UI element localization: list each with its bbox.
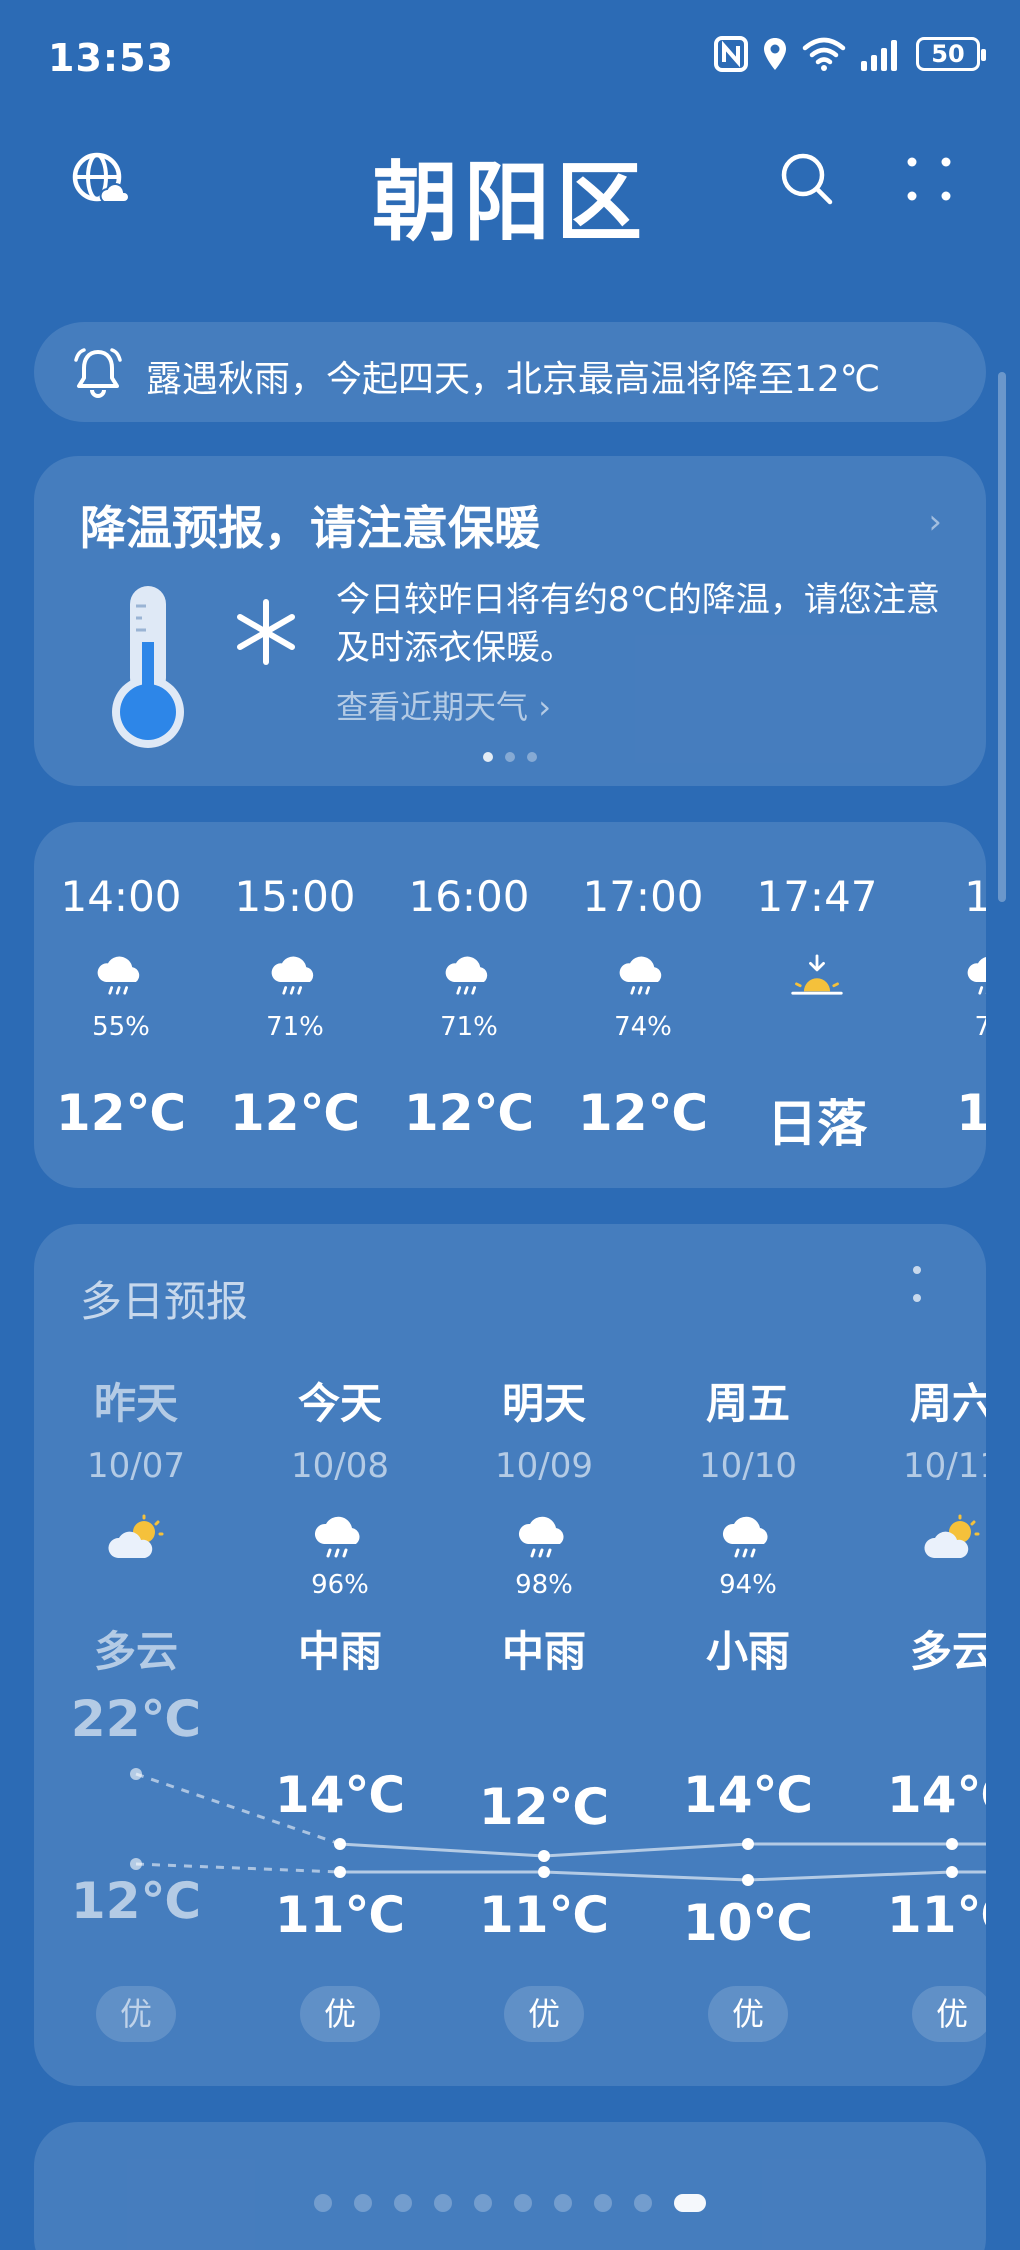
low-temp-label: 12℃: [70, 1872, 202, 1930]
temperature-chart: [130, 1768, 986, 1886]
page-dot[interactable]: [354, 2194, 372, 2212]
nfc-icon: [714, 36, 748, 72]
precip-chance: 70: [974, 1012, 986, 1042]
page-dot[interactable]: [554, 2194, 572, 2212]
high-temp-point: [742, 1838, 754, 1850]
precip-chance: 71%: [440, 1012, 498, 1042]
hour-time: 16:00: [408, 872, 530, 921]
rain-icon: [615, 954, 671, 1003]
city-title[interactable]: 朝阳区: [0, 132, 1020, 257]
hourly-item: 17:47 日落: [730, 822, 904, 1188]
hour-time: 15:00: [234, 872, 356, 921]
view-recent-weather-link[interactable]: 查看近期天气 ›: [336, 682, 551, 728]
page-dot[interactable]: [314, 2194, 332, 2212]
page-dot[interactable]: [634, 2194, 652, 2212]
hour-temp: 12℃: [577, 1084, 709, 1142]
hourly-item: 14:00 55% 12℃: [34, 822, 208, 1188]
daily-forecast-card[interactable]: 多日预报 昨天 10/07 多云 优 今天 10/08 96% 中雨 优 明天 …: [34, 1224, 986, 2086]
alert-banner[interactable]: 露遇秋雨，今起四天，北京最高温将降至12℃: [34, 322, 986, 422]
hour-time: 18: [964, 872, 986, 921]
rain-icon: [93, 954, 149, 1003]
next-section-card[interactable]: [34, 2122, 986, 2250]
hour-time: 17:00: [582, 872, 704, 921]
more-icon[interactable]: [900, 150, 958, 208]
hour-time: 17:47: [756, 872, 878, 921]
precip-chance: 74%: [614, 1012, 672, 1042]
high-temp-label: 12℃: [478, 1778, 610, 1836]
page-dot[interactable]: [594, 2194, 612, 2212]
carousel-dot: [505, 752, 515, 762]
bell-icon: [74, 348, 122, 398]
low-temp-line: [340, 1870, 986, 1882]
hourly-item: 16:00 71% 12℃: [382, 822, 556, 1188]
hour-temp: 12℃: [229, 1084, 361, 1142]
page-indicator: [0, 2194, 1020, 2212]
hourly-forecast-card[interactable]: 14:00 55% 12℃ 15:00 71% 12℃ 16:00 71% 12…: [34, 822, 986, 1188]
warning-description: 今日较昨日将有约8℃的降温，请您注意及时添衣保暖。: [336, 580, 940, 668]
sunset-icon: [789, 954, 845, 1003]
high-temp-label: 14℃: [274, 1766, 406, 1824]
precip-chance: 55%: [92, 1012, 150, 1042]
carousel-dots: [34, 752, 986, 762]
header: 朝阳区: [0, 120, 1020, 253]
search-icon[interactable]: [778, 150, 836, 208]
carousel-dot: [527, 752, 537, 762]
high-temp-point: [334, 1838, 346, 1850]
low-temp-point: [946, 1866, 958, 1878]
alert-text: 露遇秋雨，今起四天，北京最高温将降至12℃: [146, 359, 881, 400]
hour-time: 14:00: [60, 872, 182, 921]
status-time: 13:53: [48, 36, 174, 80]
thermometer-snow-icon: [112, 586, 295, 748]
status-bar: 13:53 50: [0, 0, 1020, 120]
page-dot[interactable]: [434, 2194, 452, 2212]
hour-temp: 12℃: [403, 1084, 535, 1142]
rain-icon: [267, 954, 323, 1003]
low-temp-label: 11℃: [886, 1886, 986, 1944]
carousel-dot: [483, 752, 493, 762]
signal-icon: [861, 40, 897, 71]
page-dot[interactable]: [514, 2194, 532, 2212]
high-temp-point: [946, 1838, 958, 1850]
high-temp-label: 14℃: [886, 1766, 986, 1824]
high-temp-point: [538, 1850, 550, 1862]
hourly-item: 15:00 71% 12℃: [208, 822, 382, 1188]
chevron-right-icon[interactable]: ›: [928, 502, 942, 542]
hour-temp: 12℃: [55, 1084, 187, 1142]
precip-chance: 71%: [266, 1012, 324, 1042]
rain-icon: [963, 954, 986, 1003]
hour-temp: 日落: [767, 1095, 867, 1153]
warning-title: 降温预报，请注意保暖: [80, 501, 540, 555]
low-temp-point: [538, 1866, 550, 1878]
high-temp-line: [339, 1842, 986, 1858]
low-temp-line-past: [135, 1862, 341, 1874]
status-icons: 50: [714, 36, 986, 72]
high-temp-label: 14℃: [682, 1766, 814, 1824]
high-temp-label: 22℃: [70, 1690, 202, 1748]
page-dot[interactable]: [474, 2194, 492, 2212]
high-temp-point: [130, 1768, 142, 1780]
hourly-item: 18 70 12: [904, 822, 986, 1188]
page-dot[interactable]: [674, 2194, 706, 2212]
wifi-icon: [802, 37, 846, 71]
battery-icon: 50: [916, 37, 986, 71]
low-temp-point: [742, 1874, 754, 1886]
link-label: 查看近期天气: [336, 688, 529, 726]
cooling-warning-card[interactable]: 降温预报，请注意保暖 › 今日较昨日将有约8℃的降温，请您注意及时添衣保暖。 查…: [34, 456, 986, 786]
scrollbar[interactable]: [998, 372, 1006, 902]
low-temp-label: 10℃: [682, 1894, 814, 1952]
low-temp-label: 11℃: [274, 1886, 406, 1944]
page-dot[interactable]: [394, 2194, 412, 2212]
rain-icon: [441, 954, 497, 1003]
low-temp-point: [130, 1858, 142, 1870]
low-temp-point: [334, 1866, 346, 1878]
location-icon: [764, 38, 786, 70]
low-temp-label: 11℃: [478, 1886, 610, 1944]
hour-temp: 12: [956, 1084, 986, 1142]
hourly-item: 17:00 74% 12℃: [556, 822, 730, 1188]
